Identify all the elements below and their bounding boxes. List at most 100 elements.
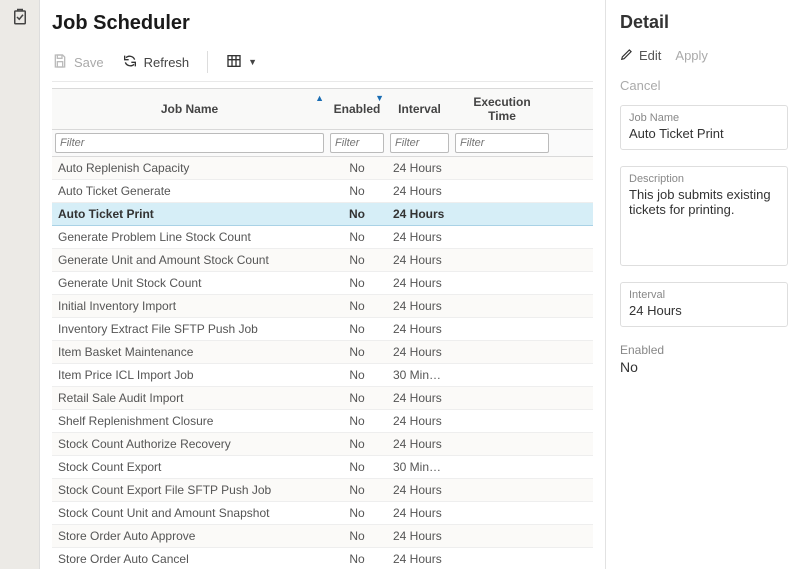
table-row[interactable]: Stock Count ExportNo30 Minutes [52,456,593,479]
cell-job-name: Retail Sale Audit Import [52,387,327,410]
cell-job-name: Stock Count Unit and Amount Snapshot [52,502,327,525]
table-row[interactable]: Stock Count Authorize RecoveryNo24 Hours [52,433,593,456]
cell-interval: 24 Hours [387,387,452,410]
cell-exec-time [452,341,552,364]
table-row[interactable]: Item Price ICL Import JobNo30 Minutes [52,364,593,387]
cell-interval: 24 Hours [387,525,452,548]
filter-row [52,130,593,157]
job-table-scroll[interactable]: Job Name ▲ Enabled ▼ Interval Execution … [52,88,593,569]
filter-job-name[interactable] [55,133,324,153]
cell-interval: 24 Hours [387,318,452,341]
cell-extra [552,456,593,479]
cell-enabled: No [327,387,387,410]
col-job-name[interactable]: Job Name ▲ [52,89,327,130]
save-button: Save [52,53,104,72]
cell-job-name: Item Basket Maintenance [52,341,327,364]
cell-exec-time [452,226,552,249]
table-row[interactable]: Stock Count Unit and Amount SnapshotNo24… [52,502,593,525]
job-table: Job Name ▲ Enabled ▼ Interval Execution … [52,88,593,569]
filter-enabled[interactable] [330,133,384,153]
cell-exec-time [452,272,552,295]
cell-job-name: Generate Problem Line Stock Count [52,226,327,249]
cell-extra [552,502,593,525]
cell-interval: 24 Hours [387,249,452,272]
table-row[interactable]: Retail Sale Audit ImportNo24 Hours [52,387,593,410]
cell-exec-time [452,295,552,318]
table-row[interactable]: Auto Ticket PrintNo24 Hours [52,203,593,226]
cell-job-name: Generate Unit and Amount Stock Count [52,249,327,272]
cell-interval: 24 Hours [387,341,452,364]
cell-job-name: Store Order Auto Approve [52,525,327,548]
cell-extra [552,180,593,203]
cell-exec-time [452,387,552,410]
table-row[interactable]: Item Basket MaintenanceNo24 Hours [52,341,593,364]
refresh-icon [122,53,138,72]
cell-extra [552,410,593,433]
cell-enabled: No [327,180,387,203]
cell-exec-time [452,456,552,479]
field-description: Description This job submits existing ti… [620,166,788,266]
cell-exec-time [452,203,552,226]
cell-extra [552,272,593,295]
table-row[interactable]: Auto Replenish CapacityNo24 Hours [52,157,593,180]
value-enabled: No [620,359,788,375]
col-enabled[interactable]: Enabled ▼ [327,89,387,130]
table-row[interactable]: Generate Unit and Amount Stock CountNo24… [52,249,593,272]
cell-enabled: No [327,226,387,249]
clipboard-icon[interactable] [11,8,29,29]
cell-enabled: No [327,525,387,548]
refresh-button[interactable]: Refresh [122,53,190,72]
page-title: Job Scheduler [52,12,593,35]
filter-interval[interactable] [390,133,449,153]
toolbar: Save Refresh ▼ [52,49,593,82]
sort-asc-icon: ▲ [315,93,324,103]
cell-job-name: Stock Count Export [52,456,327,479]
cell-job-name: Generate Unit Stock Count [52,272,327,295]
table-row[interactable]: Store Order Auto CancelNo24 Hours [52,548,593,569]
cell-extra [552,157,593,180]
cell-interval: 24 Hours [387,203,452,226]
apply-button: Apply [675,47,708,64]
cell-interval: 24 Hours [387,433,452,456]
table-header-row: Job Name ▲ Enabled ▼ Interval Execution … [52,89,593,130]
cell-interval: 30 Minutes [387,364,452,387]
label-enabled: Enabled [620,343,788,357]
cell-extra [552,525,593,548]
table-row[interactable]: Initial Inventory ImportNo24 Hours [52,295,593,318]
col-exec-time[interactable]: Execution Time [452,89,552,130]
cell-extra [552,249,593,272]
cell-enabled: No [327,157,387,180]
label-description: Description [629,173,779,185]
cell-extra [552,433,593,456]
cell-interval: 24 Hours [387,548,452,569]
cell-enabled: No [327,295,387,318]
filter-exec-time[interactable] [455,133,549,153]
cell-enabled: No [327,433,387,456]
chevron-down-icon: ▼ [248,57,257,67]
cell-enabled: No [327,364,387,387]
edit-button[interactable]: Edit [620,47,661,64]
table-row[interactable]: Store Order Auto ApproveNo24 Hours [52,525,593,548]
sort-desc-icon: ▼ [375,93,384,103]
table-row[interactable]: Inventory Extract File SFTP Push JobNo24… [52,318,593,341]
table-row[interactable]: Generate Problem Line Stock CountNo24 Ho… [52,226,593,249]
table-row[interactable]: Stock Count Export File SFTP Push JobNo2… [52,479,593,502]
table-icon [226,53,242,72]
table-row[interactable]: Generate Unit Stock CountNo24 Hours [52,272,593,295]
cell-job-name: Shelf Replenishment Closure [52,410,327,433]
table-row[interactable]: Auto Ticket GenerateNo24 Hours [52,180,593,203]
col-extra [552,89,593,130]
cell-interval: 24 Hours [387,295,452,318]
col-interval[interactable]: Interval [387,89,452,130]
cell-extra [552,226,593,249]
cell-interval: 24 Hours [387,180,452,203]
table-row[interactable]: Shelf Replenishment ClosureNo24 Hours [52,410,593,433]
cell-job-name: Auto Ticket Generate [52,180,327,203]
cell-extra [552,295,593,318]
cell-extra [552,479,593,502]
cell-extra [552,387,593,410]
cell-enabled: No [327,272,387,295]
value-interval: 24 Hours [629,303,779,318]
cell-job-name: Inventory Extract File SFTP Push Job [52,318,327,341]
view-options-button[interactable]: ▼ [226,53,257,72]
